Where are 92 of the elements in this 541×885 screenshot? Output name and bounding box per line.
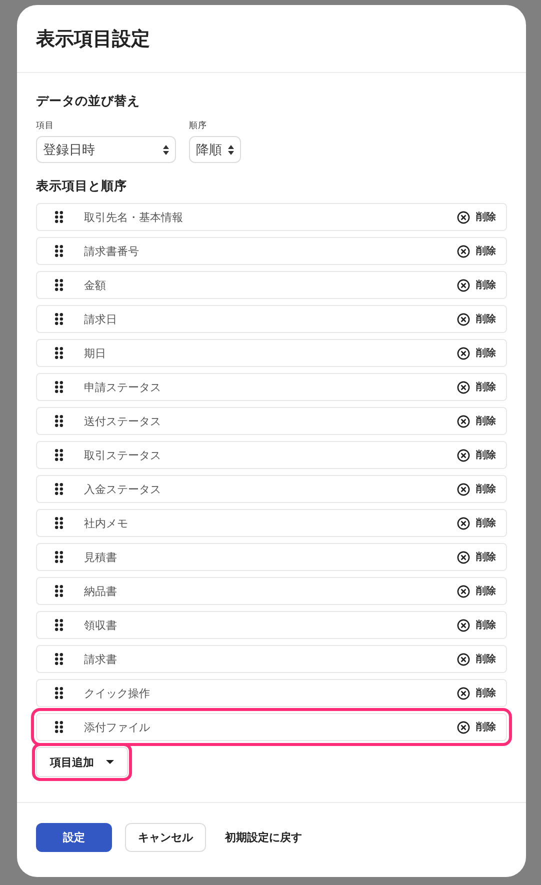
close-circle-icon bbox=[457, 584, 470, 598]
delete-button[interactable]: 削除 bbox=[457, 244, 496, 258]
column-item[interactable]: 金額 削除 bbox=[36, 271, 507, 299]
drag-handle-icon[interactable] bbox=[55, 517, 63, 529]
drag-handle-icon[interactable] bbox=[55, 721, 63, 733]
drag-handle-icon[interactable] bbox=[55, 381, 63, 393]
column-item[interactable]: 送付ステータス 削除 bbox=[36, 407, 507, 435]
column-item[interactable]: 入金ステータス 削除 bbox=[36, 475, 507, 503]
close-circle-icon bbox=[457, 652, 470, 666]
close-circle-icon bbox=[457, 346, 470, 360]
close-circle-icon bbox=[457, 550, 470, 564]
section-heading: 表示項目と順序 bbox=[36, 178, 128, 194]
column-name: 取引ステータス bbox=[84, 448, 162, 462]
column-name: 送付ステータス bbox=[84, 414, 162, 428]
drag-handle-icon[interactable] bbox=[55, 279, 63, 291]
drag-handle-icon[interactable] bbox=[55, 211, 63, 223]
delete-button[interactable]: 削除 bbox=[457, 652, 496, 666]
close-circle-icon bbox=[457, 278, 470, 292]
column-item[interactable]: 見積書 削除 bbox=[36, 543, 507, 571]
column-name: 入金ステータス bbox=[84, 482, 162, 496]
column-item[interactable]: 請求書 削除 bbox=[36, 645, 507, 673]
column-item[interactable]: 取引ステータス 削除 bbox=[36, 441, 507, 469]
updown-caret-icon bbox=[228, 144, 234, 154]
column-item[interactable]: クイック操作 削除 bbox=[36, 679, 507, 707]
column-name: 取引先名・基本情報 bbox=[84, 210, 184, 224]
delete-button[interactable]: 削除 bbox=[457, 414, 496, 428]
column-name: 請求日 bbox=[84, 312, 118, 326]
column-name: 社内メモ bbox=[84, 516, 129, 530]
drag-handle-icon[interactable] bbox=[55, 483, 63, 495]
column-item[interactable]: 領収書 削除 bbox=[36, 611, 507, 639]
delete-button[interactable]: 削除 bbox=[457, 550, 496, 564]
sort-field-select[interactable]: 登録日時 bbox=[36, 136, 176, 163]
delete-button[interactable]: 削除 bbox=[457, 618, 496, 632]
reset-link[interactable]: 初期設定に戻す bbox=[219, 822, 308, 852]
drag-handle-icon[interactable] bbox=[55, 449, 63, 461]
field-label: 項目 bbox=[36, 120, 55, 132]
column-item[interactable]: 請求日 削除 bbox=[36, 305, 507, 333]
drag-handle-icon[interactable] bbox=[55, 347, 63, 359]
drag-handle-icon[interactable] bbox=[55, 653, 63, 665]
delete-button[interactable]: 削除 bbox=[457, 312, 496, 326]
close-circle-icon bbox=[457, 720, 470, 734]
close-circle-icon bbox=[457, 380, 470, 394]
updown-caret-icon bbox=[163, 144, 169, 154]
drag-handle-icon[interactable] bbox=[55, 551, 63, 563]
close-circle-icon bbox=[457, 244, 470, 258]
drag-handle-icon[interactable] bbox=[55, 245, 63, 257]
close-circle-icon bbox=[457, 448, 470, 462]
delete-button[interactable]: 削除 bbox=[457, 516, 496, 530]
close-circle-icon bbox=[457, 414, 470, 428]
column-name: 領収書 bbox=[84, 618, 118, 632]
dialog-title: 表示項目設定 bbox=[36, 26, 150, 52]
column-item[interactable]: 請求書番号 削除 bbox=[36, 237, 507, 265]
delete-button[interactable]: 削除 bbox=[457, 346, 496, 360]
column-item[interactable]: 申請ステータス 削除 bbox=[36, 373, 507, 401]
close-circle-icon bbox=[457, 516, 470, 530]
order-label: 順序 bbox=[189, 120, 208, 132]
caret-down-icon bbox=[106, 760, 114, 764]
close-circle-icon bbox=[457, 210, 470, 224]
column-name: 納品書 bbox=[84, 584, 118, 598]
delete-button[interactable]: 削除 bbox=[457, 584, 496, 598]
column-name: 見積書 bbox=[84, 550, 118, 564]
close-circle-icon bbox=[457, 482, 470, 496]
column-item[interactable]: 取引先名・基本情報 削除 bbox=[36, 203, 507, 231]
delete-button[interactable]: 削除 bbox=[457, 448, 496, 462]
delete-button[interactable]: 削除 bbox=[457, 380, 496, 394]
column-name: 添付ファイル bbox=[84, 720, 151, 734]
section-heading: データの並び替え bbox=[36, 93, 141, 109]
delete-button[interactable]: 削除 bbox=[457, 482, 496, 496]
cancel-button[interactable]: キャンセル bbox=[125, 822, 206, 852]
drag-handle-icon[interactable] bbox=[55, 687, 63, 699]
drag-handle-icon[interactable] bbox=[55, 619, 63, 631]
drag-handle-icon[interactable] bbox=[55, 415, 63, 427]
close-circle-icon bbox=[457, 618, 470, 632]
delete-button[interactable]: 削除 bbox=[457, 686, 496, 700]
column-name: 期日 bbox=[84, 346, 107, 360]
column-name: クイック操作 bbox=[84, 686, 151, 700]
column-item[interactable]: 期日 削除 bbox=[36, 339, 507, 367]
drag-handle-icon[interactable] bbox=[55, 313, 63, 325]
column-name: 請求書 bbox=[84, 652, 118, 666]
close-circle-icon bbox=[457, 686, 470, 700]
delete-button[interactable]: 削除 bbox=[457, 720, 496, 734]
column-name: 申請ステータス bbox=[84, 380, 162, 394]
delete-button[interactable]: 削除 bbox=[457, 210, 496, 224]
close-circle-icon bbox=[457, 312, 470, 326]
column-name: 請求書番号 bbox=[84, 244, 140, 258]
column-item[interactable]: 納品書 削除 bbox=[36, 577, 507, 605]
delete-button[interactable]: 削除 bbox=[457, 278, 496, 292]
column-item[interactable]: 社内メモ 削除 bbox=[36, 509, 507, 537]
submit-button[interactable]: 設定 bbox=[36, 822, 112, 852]
column-name: 金額 bbox=[84, 278, 107, 292]
drag-handle-icon[interactable] bbox=[55, 585, 63, 597]
sort-order-select[interactable]: 降順 bbox=[189, 136, 241, 163]
